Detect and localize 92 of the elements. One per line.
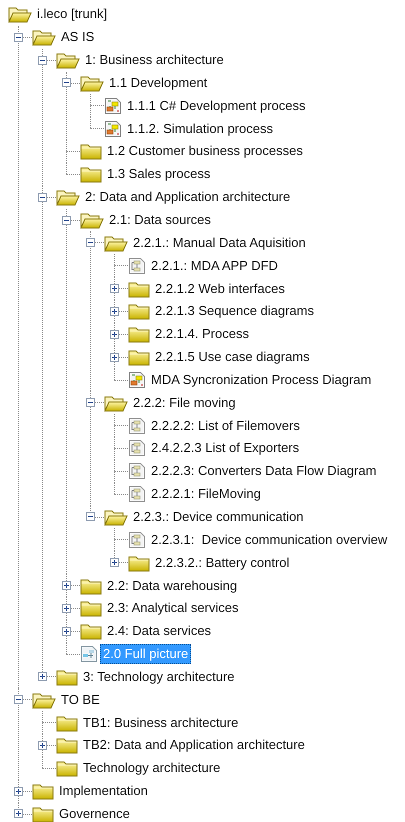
tree-item-label[interactable]: 2.2.1.: Manual Data Aquisition: [130, 232, 309, 253]
collapse-icon[interactable]: [38, 192, 47, 202]
tree-item-label[interactable]: 1.1 Development: [106, 72, 210, 93]
open-folder-icon: [56, 188, 80, 206]
expand-icon[interactable]: [14, 809, 23, 818]
folder-icon: [80, 165, 102, 184]
tree-item-label[interactable]: AS IS: [58, 27, 98, 48]
open-folder-icon: [104, 508, 128, 526]
folder-icon: [80, 622, 102, 640]
open-folder-icon: [80, 211, 104, 230]
tree-item-label[interactable]: TB1: Business architecture: [80, 712, 242, 733]
tree-item-label[interactable]: 1.3 Sales process: [104, 164, 214, 184]
tree-item-label[interactable]: MDA Syncronization Process Diagram: [148, 370, 374, 390]
tree-item-label[interactable]: 2.2.1.5 Use case diagrams: [152, 347, 313, 368]
tree-item-label[interactable]: Technology architecture: [80, 758, 224, 778]
collapse-icon[interactable]: [14, 32, 23, 42]
open-folder-icon: [32, 690, 56, 709]
folder-icon: [80, 599, 102, 618]
folder-icon: [56, 736, 78, 754]
collapse-icon[interactable]: [62, 78, 71, 88]
tree-item-label[interactable]: 3: Technology architecture: [80, 666, 238, 687]
tree-item-label[interactable]: 2.3: Analytical services: [104, 598, 242, 618]
tree-item-label[interactable]: 1.1.1 C# Development process: [124, 96, 308, 116]
tree-item-label[interactable]: 1.2 Customer business processes: [104, 141, 306, 162]
expand-icon[interactable]: [62, 581, 71, 590]
expand-icon[interactable]: [110, 558, 119, 568]
tree-item-label[interactable]: 2.2.3.2.: Battery control: [152, 552, 292, 573]
open-folder-icon: [32, 28, 56, 46]
collapse-icon[interactable]: [86, 398, 95, 408]
tree-item-label[interactable]: 2.4: Data services: [104, 621, 214, 642]
tree-item-label[interactable]: 2.2.1.: MDA APP DFD: [148, 256, 281, 276]
open-folder-icon: [80, 74, 104, 92]
flow-diagram-icon: [128, 256, 146, 275]
flow-diagram-icon: [128, 462, 146, 480]
tree-item-label[interactable]: TB2: Data and Application architecture: [80, 735, 308, 756]
collapse-icon[interactable]: [38, 56, 47, 65]
open-folder-icon: [56, 51, 80, 70]
tree-item-label[interactable]: 2.2.2.3: Converters Data Flow Diagram: [148, 461, 380, 482]
folder-icon: [128, 280, 150, 298]
tree-item-label[interactable]: 2.1: Data sources: [106, 210, 214, 230]
tree-item-label[interactable]: Implementation: [56, 781, 151, 802]
folder-icon: [128, 325, 150, 344]
expand-icon[interactable]: [62, 626, 71, 636]
expand-icon[interactable]: [38, 672, 47, 682]
folder-icon: [56, 714, 78, 732]
expand-icon[interactable]: [14, 786, 23, 796]
tree-item-label[interactable]: 2.2.3.: Device communication: [130, 506, 307, 527]
tree-item-label[interactable]: Governence: [56, 804, 133, 822]
overview-diagram-icon: [80, 645, 98, 664]
open-folder-icon: [104, 394, 128, 412]
tree-item-label[interactable]: 2.2.2.1: FileMoving: [148, 484, 264, 504]
flow-diagram-icon: [128, 530, 146, 549]
tree-item-label[interactable]: 2.2: Data warehousing: [104, 576, 240, 596]
open-folder-icon: [104, 234, 128, 252]
tree-item-label[interactable]: 2.2.1.3 Sequence diagrams: [152, 301, 317, 322]
tree-item-label[interactable]: 2.2.2: File moving: [130, 392, 239, 413]
tree-item-label[interactable]: 2.2.1.2 Web interfaces: [152, 278, 288, 299]
tree-item-label[interactable]: 2.2.2.2: List of Filemovers: [148, 416, 303, 436]
tree-item-label[interactable]: 1.1.2. Simulation process: [124, 118, 276, 139]
expand-icon[interactable]: [110, 284, 119, 294]
folder-icon: [32, 782, 54, 800]
expand-icon[interactable]: [38, 740, 47, 750]
tree-item-label[interactable]: 2.2.3.1: Device communication overview: [148, 530, 390, 550]
tree-item-label[interactable]: TO BE: [58, 690, 103, 710]
flow-diagram-icon: [128, 439, 146, 458]
flow-diagram-icon: [128, 416, 146, 435]
expand-icon[interactable]: [110, 306, 119, 316]
expand-icon[interactable]: [62, 604, 71, 613]
folder-icon: [56, 668, 78, 686]
collapse-icon[interactable]: [14, 695, 23, 704]
folder-icon: [80, 142, 102, 160]
collapse-icon[interactable]: [86, 238, 95, 248]
tree-item-label[interactable]: 1: Business architecture: [82, 50, 227, 70]
folder-icon: [56, 759, 78, 778]
collapse-icon[interactable]: [62, 216, 71, 225]
expand-icon[interactable]: [110, 330, 119, 339]
diagram-icon: [104, 120, 122, 138]
tree-item-label[interactable]: 2: Data and Application architecture: [82, 187, 294, 208]
folder-icon: [128, 554, 150, 572]
flow-diagram-icon: [128, 485, 146, 504]
expand-icon[interactable]: [110, 352, 119, 362]
collapse-icon[interactable]: [86, 512, 95, 522]
folder-icon: [80, 576, 102, 595]
diagram-icon: [128, 370, 146, 389]
folder-icon: [128, 302, 150, 320]
open-folder-icon: [8, 5, 32, 24]
tree-item-label[interactable]: 2.2.1.4. Process: [152, 324, 252, 344]
tree-item-label[interactable]: i.leco [trunk]: [34, 4, 110, 24]
diagram-icon: [104, 96, 122, 115]
folder-icon: [32, 804, 54, 822]
folder-icon: [128, 348, 150, 366]
tree-item-label[interactable]: 2.4.2.2.3 List of Exporters: [148, 438, 302, 458]
